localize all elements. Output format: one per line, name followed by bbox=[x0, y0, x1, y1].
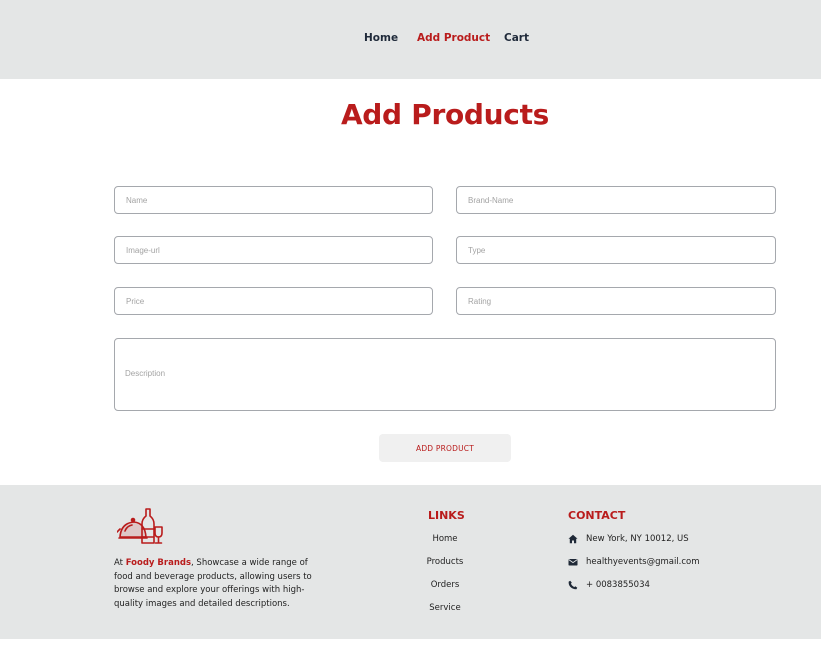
contact-phone: + 0083855034 bbox=[568, 580, 650, 590]
footer-about-text: At Foody Brands, Showcase a wide range o… bbox=[114, 557, 324, 611]
home-icon bbox=[568, 534, 578, 544]
envelope-icon bbox=[568, 559, 578, 566]
footer-links-list: Home Products Orders Service bbox=[395, 534, 495, 626]
add-product-button[interactable]: ADD PRODUCT bbox=[379, 434, 511, 462]
food-platter-wine-logo-icon bbox=[117, 508, 163, 544]
name-input[interactable] bbox=[114, 186, 433, 214]
footer-link-service[interactable]: Service bbox=[395, 603, 495, 626]
footer-contact-title: CONTACT bbox=[568, 509, 626, 522]
price-input[interactable] bbox=[114, 287, 433, 315]
contact-email-text[interactable]: healthyevents@gmail.com bbox=[586, 557, 700, 567]
header-bar: Home Add Product Cart bbox=[0, 0, 821, 79]
phone-icon bbox=[568, 580, 578, 590]
page-title: Add Products bbox=[340, 98, 550, 131]
nav-cart-link[interactable]: Cart bbox=[504, 32, 529, 44]
contact-email: healthyevents@gmail.com bbox=[568, 557, 700, 567]
type-input[interactable] bbox=[456, 236, 776, 264]
contact-phone-text[interactable]: + 0083855034 bbox=[586, 580, 650, 590]
about-prefix: At bbox=[114, 558, 126, 568]
nav-add-product-link[interactable]: Add Product bbox=[417, 32, 490, 44]
description-textarea[interactable] bbox=[114, 338, 776, 411]
footer-link-products[interactable]: Products bbox=[395, 557, 495, 580]
nav-home-link[interactable]: Home bbox=[364, 32, 398, 44]
contact-address: New York, NY 10012, US bbox=[568, 534, 689, 544]
footer-link-orders[interactable]: Orders bbox=[395, 580, 495, 603]
contact-address-text: New York, NY 10012, US bbox=[586, 534, 689, 544]
footer-links-title: LINKS bbox=[428, 509, 465, 522]
footer-link-home[interactable]: Home bbox=[395, 534, 495, 557]
rating-input[interactable] bbox=[456, 287, 776, 315]
image-url-input[interactable] bbox=[114, 236, 433, 264]
brand-name-input[interactable] bbox=[456, 186, 776, 214]
about-brand-name: Foody Brands bbox=[125, 558, 192, 568]
